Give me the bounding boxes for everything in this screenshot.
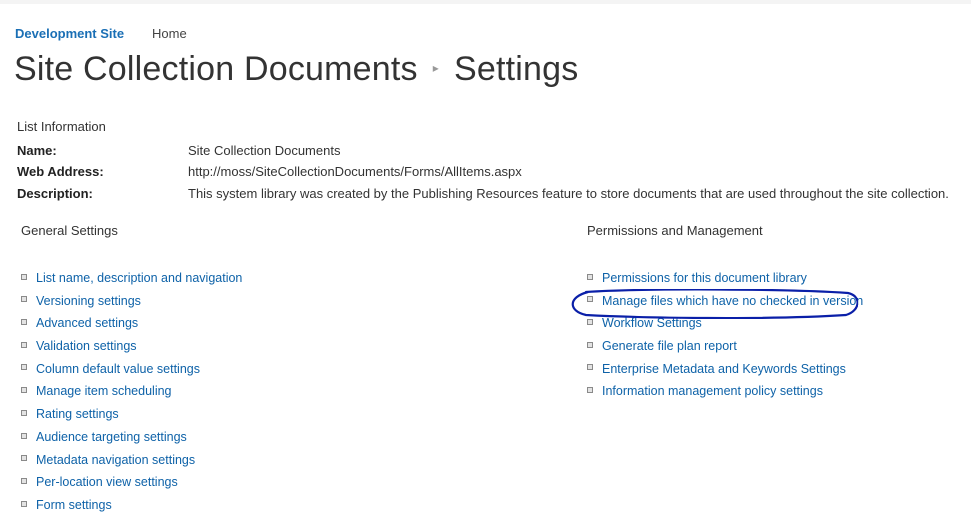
square-bullet-icon <box>587 364 593 371</box>
breadcrumb-arrow-icon: ▸ <box>432 61 439 76</box>
permissions-list: Permissions for this document library Ma… <box>585 271 863 407</box>
manage-unchecked-files-link[interactable]: Manage files which have no checked in ve… <box>602 294 863 308</box>
item-scheduling-link[interactable]: Manage item scheduling <box>36 384 172 398</box>
info-value: This system library was created by the P… <box>188 186 949 201</box>
title-library-link[interactable]: Site Collection Documents <box>14 50 418 88</box>
square-bullet-icon <box>21 477 27 484</box>
square-bullet-icon <box>587 387 593 394</box>
square-bullet-icon <box>587 296 593 303</box>
column-default-settings-link[interactable]: Column default value settings <box>36 362 200 376</box>
info-value: http://moss/SiteCollectionDocuments/Form… <box>188 164 522 179</box>
form-settings-link[interactable]: Form settings <box>36 498 112 512</box>
square-bullet-icon <box>21 341 27 348</box>
metadata-navigation-link[interactable]: Metadata navigation settings <box>36 453 195 467</box>
list-item: Permissions for this document library <box>585 271 863 294</box>
square-bullet-icon <box>21 273 27 280</box>
permissions-heading: Permissions and Management <box>587 223 763 238</box>
info-row-name: Name: Site Collection Documents <box>17 143 340 158</box>
square-bullet-icon <box>587 319 593 326</box>
audience-targeting-link[interactable]: Audience targeting settings <box>36 430 187 444</box>
list-item: Validation settings <box>19 339 242 362</box>
square-bullet-icon <box>21 500 27 507</box>
info-management-policy-link[interactable]: Information management policy settings <box>602 384 823 398</box>
workflow-settings-link[interactable]: Workflow Settings <box>602 316 702 330</box>
general-settings-heading: General Settings <box>21 223 118 238</box>
advanced-settings-link[interactable]: Advanced settings <box>36 316 138 330</box>
square-bullet-icon <box>21 364 27 371</box>
list-info-heading: List Information <box>17 119 106 134</box>
versioning-settings-link[interactable]: Versioning settings <box>36 294 141 308</box>
list-item: Advanced settings <box>19 316 242 339</box>
list-item: Enterprise Metadata and Keywords Setting… <box>585 362 863 385</box>
breadcrumb: Development Site Home <box>15 26 187 41</box>
list-item: Audience targeting settings <box>19 430 242 453</box>
info-row-description: Description: This system library was crea… <box>17 186 949 201</box>
list-item: Information management policy settings <box>585 384 863 407</box>
list-item: Generate file plan report <box>585 339 863 362</box>
site-link[interactable]: Development Site <box>15 26 124 41</box>
info-label: Description: <box>17 186 93 201</box>
rating-settings-link[interactable]: Rating settings <box>36 407 119 421</box>
list-item: Per-location view settings <box>19 475 242 498</box>
square-bullet-icon <box>21 296 27 303</box>
list-item: Manage item scheduling <box>19 384 242 407</box>
general-settings-list: List name, description and navigation Ve… <box>19 271 242 521</box>
enterprise-metadata-link[interactable]: Enterprise Metadata and Keywords Setting… <box>602 362 846 376</box>
validation-settings-link[interactable]: Validation settings <box>36 339 137 353</box>
square-bullet-icon <box>587 273 593 280</box>
top-bar <box>0 0 971 4</box>
square-bullet-icon <box>21 387 27 394</box>
per-location-view-link[interactable]: Per-location view settings <box>36 475 178 489</box>
title-current: Settings <box>453 50 579 88</box>
info-row-web-address: Web Address: http://moss/SiteCollectionDo… <box>17 164 522 179</box>
file-plan-report-link[interactable]: Generate file plan report <box>602 339 737 353</box>
square-bullet-icon <box>21 455 27 462</box>
list-item: Rating settings <box>19 407 242 430</box>
info-label: Name: <box>17 143 57 158</box>
page-title: Site Collection Documents ▸ Settings <box>14 50 578 89</box>
info-value: Site Collection Documents <box>188 143 341 158</box>
info-label: Web Address: <box>17 164 104 179</box>
home-link[interactable]: Home <box>152 26 187 41</box>
list-item: Form settings <box>19 498 242 521</box>
list-item: Manage files which have no checked in ve… <box>585 294 863 317</box>
square-bullet-icon <box>21 409 27 416</box>
list-settings-link[interactable]: List name, description and navigation <box>36 271 242 285</box>
list-item: List name, description and navigation <box>19 271 242 294</box>
square-bullet-icon <box>21 432 27 439</box>
square-bullet-icon <box>587 341 593 348</box>
list-item: Metadata navigation settings <box>19 453 242 476</box>
square-bullet-icon <box>21 319 27 326</box>
list-item: Column default value settings <box>19 362 242 385</box>
list-item: Versioning settings <box>19 294 242 317</box>
list-item: Workflow Settings <box>585 316 863 339</box>
permissions-link[interactable]: Permissions for this document library <box>602 271 807 285</box>
